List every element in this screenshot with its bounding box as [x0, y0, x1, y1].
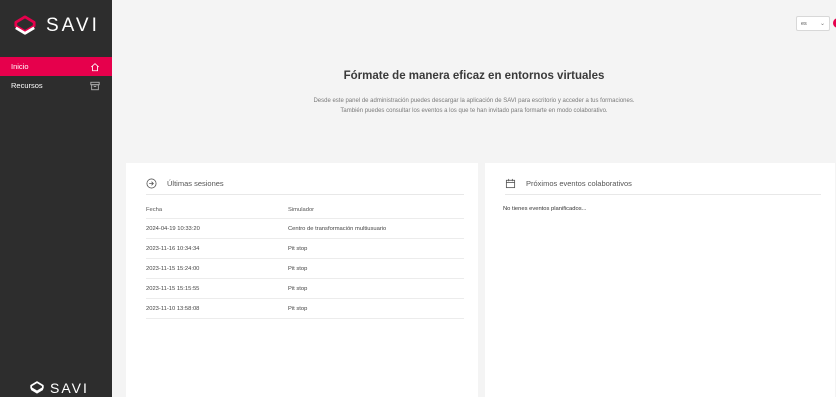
login-icon: [146, 178, 157, 189]
card-header: Últimas sesiones: [146, 177, 464, 195]
brand-name: SAVI: [46, 15, 100, 36]
page-title: Fórmate de manera eficaz en entornos vir…: [343, 70, 605, 82]
cell-simulator: Pit stop: [288, 265, 308, 272]
table-row[interactable]: 2023-11-15 15:15:55 Pit stop: [146, 279, 464, 299]
sidebar-item-recursos[interactable]: Recursos: [0, 76, 112, 95]
card-title: Últimas sesiones: [167, 179, 224, 188]
archive-icon: [90, 81, 100, 91]
sidebar-nav: Inicio Recursos: [0, 57, 112, 95]
cell-date: 2024-04-19 10:33:20: [146, 225, 200, 232]
table-row[interactable]: 2024-04-19 10:33:20 Centro de transforma…: [146, 219, 464, 239]
brand-logo[interactable]: SAVI: [14, 14, 100, 38]
sessions-table: Fecha Simulador 2024-04-19 10:33:20 Cent…: [146, 202, 464, 319]
sidebar-item-label: Inicio: [11, 62, 29, 71]
column-header-simulator: Simulador: [288, 207, 315, 213]
cell-simulator: Centro de transformación multiusuario: [288, 225, 387, 232]
hero-description-line: También puedes consultar los eventos a l…: [340, 108, 608, 114]
cell-simulator: Pit stop: [288, 245, 308, 252]
sidebar-item-inicio[interactable]: Inicio: [0, 57, 112, 76]
empty-state-text: No tienes eventos planificados...: [503, 206, 587, 212]
cell-date: 2023-11-16 10:34:34: [146, 245, 200, 252]
card-header: Próximos eventos colaborativos: [505, 177, 821, 195]
hero-description: Desde este panel de administración puede…: [112, 96, 836, 116]
cell-simulator: Pit stop: [288, 305, 308, 312]
cell-date: 2023-11-10 13:58:08: [146, 305, 200, 312]
cell-simulator: Pit stop: [288, 285, 308, 292]
hero: es ⌄ Fórmate de manera eficaz en entorno…: [112, 0, 836, 150]
brand-footer-logo: SAVI: [30, 380, 89, 396]
table-header: Fecha Simulador: [146, 202, 464, 219]
home-icon: [90, 62, 100, 72]
savi-logo-icon: [14, 15, 36, 35]
column-header-date: Fecha: [146, 207, 163, 213]
language-select[interactable]: es ⌄: [796, 16, 830, 31]
recent-sessions-card: Últimas sesiones Fecha Simulador 2024-04…: [126, 163, 478, 397]
sidebar-item-label: Recursos: [11, 81, 43, 90]
table-row[interactable]: 2023-11-10 13:58:08 Pit stop: [146, 299, 464, 319]
savi-logo-icon: [30, 381, 44, 394]
upcoming-events-card: Próximos eventos colaborativos No tienes…: [485, 163, 835, 397]
cell-date: 2023-11-15 15:15:55: [146, 285, 200, 292]
table-row[interactable]: 2023-11-15 15:24:00 Pit stop: [146, 259, 464, 279]
table-row[interactable]: 2023-11-16 10:34:34 Pit stop: [146, 239, 464, 259]
chevron-down-icon: ⌄: [819, 21, 825, 27]
calendar-icon: [505, 178, 516, 189]
language-value: es: [801, 20, 807, 27]
card-title: Próximos eventos colaborativos: [526, 179, 632, 188]
cell-date: 2023-11-15 15:24:00: [146, 265, 200, 272]
sidebar: SAVI Inicio Recursos SAVI: [0, 0, 112, 397]
brand-footer-name: SAVI: [50, 380, 89, 396]
app: SAVI Inicio Recursos SAVI es ⌄ Fórmate d…: [0, 0, 836, 397]
main-content: es ⌄ Fórmate de manera eficaz en entorno…: [112, 0, 836, 397]
hero-description-line: Desde este panel de administración puede…: [313, 98, 635, 104]
